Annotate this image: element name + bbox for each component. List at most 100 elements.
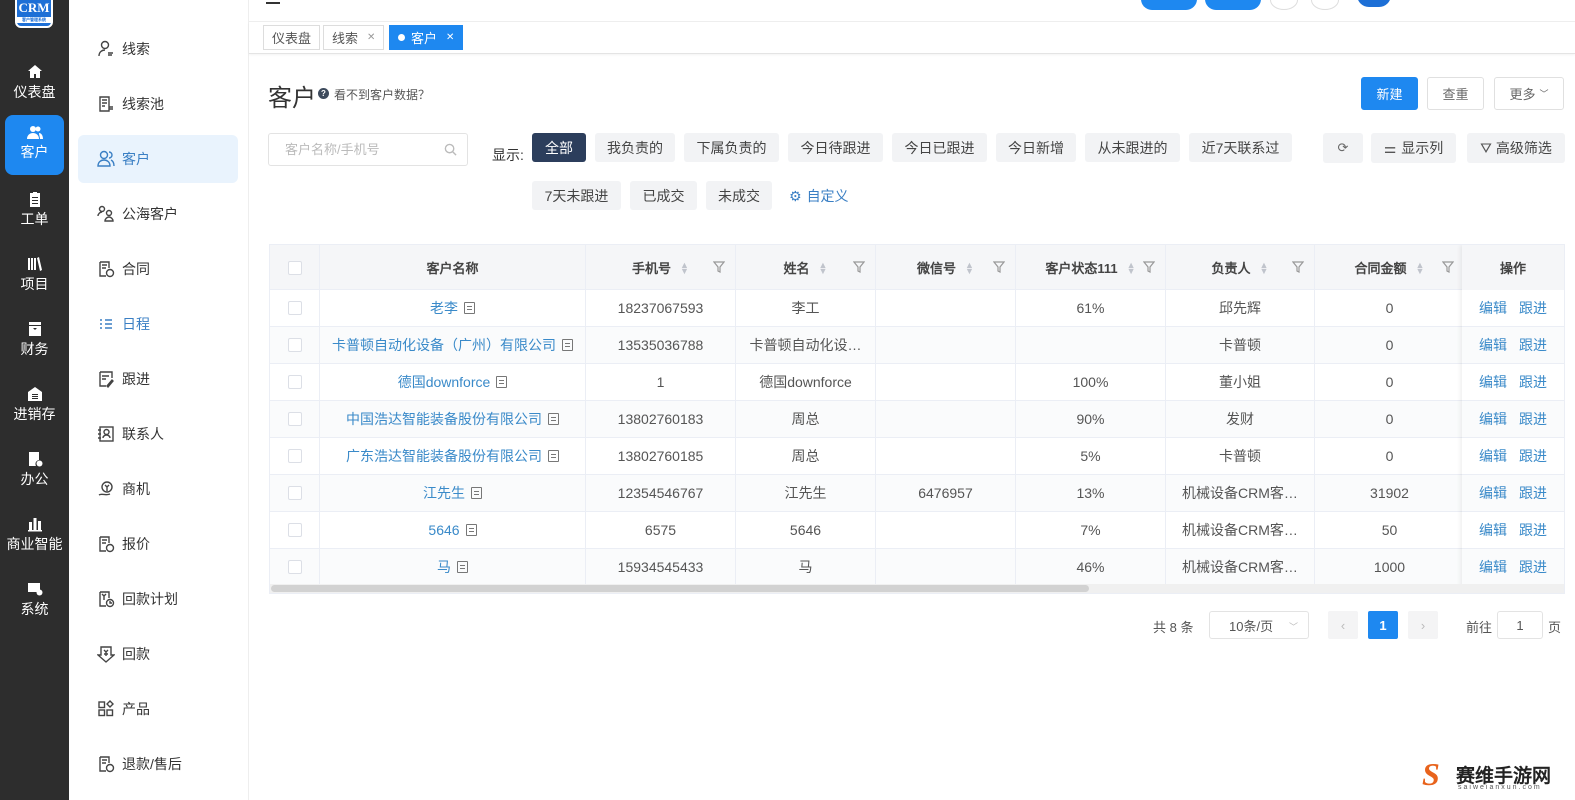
goto-page-input[interactable]: 1 — [1497, 611, 1543, 639]
rail-item-dashboard[interactable]: 仪表盘 — [5, 55, 64, 115]
help-icon[interactable]: ? — [318, 88, 329, 99]
table-row[interactable]: 卡普顿自动化设备（广州）有限公司 13535036788 卡普顿自动化设… 卡普顿 0 — [270, 327, 1564, 364]
row-checkbox[interactable] — [287, 412, 302, 426]
table-row[interactable]: 马 15934545433 马 46% 机械设备CRM客… 1000 — [270, 549, 1564, 586]
rail-item-project[interactable]: 项目 — [5, 247, 64, 307]
table-row[interactable]: 德国downforce 1 德国downforce 100% 董小姐 0 — [270, 364, 1564, 401]
advanced-filter-button[interactable]: ⛛ 高级筛选 — [1467, 133, 1565, 163]
more-button[interactable]: 更多 ﹀ — [1494, 77, 1564, 110]
column-header-owner[interactable]: 负责人 ▲ ▼ — [1166, 245, 1315, 290]
sort-icon[interactable]: ▲ ▼ — [1260, 260, 1269, 275]
row-checkbox[interactable] — [287, 449, 302, 463]
follow-up-link[interactable]: 跟进 — [1519, 372, 1547, 392]
menu-toggle-icon[interactable] — [266, 2, 280, 4]
cell-customer-name[interactable]: 老李 — [320, 290, 586, 326]
table-row[interactable]: 5646 6575 5646 7% 机械设备CRM客… 50 — [270, 512, 1564, 549]
sort-icon[interactable]: ▲ ▼ — [1127, 260, 1136, 275]
column-header-wechat[interactable]: 微信号 ▲ ▼ — [876, 245, 1016, 290]
scrollbar-thumb[interactable] — [271, 585, 1089, 592]
filter-icon[interactable] — [852, 261, 866, 273]
filter-icon[interactable] — [992, 261, 1006, 273]
rail-item-inventory[interactable]: 进销存 — [5, 377, 64, 437]
sort-icon[interactable]: ▲ ▼ — [965, 260, 974, 275]
filter-chip-today-new[interactable]: 今日新增 — [996, 133, 1076, 162]
copy-icon[interactable] — [465, 524, 477, 536]
follow-up-link[interactable]: 跟进 — [1519, 520, 1547, 540]
filter-chip-today-followed[interactable]: 今日已跟进 — [892, 133, 987, 162]
follow-up-link[interactable]: 跟进 — [1519, 483, 1547, 503]
close-icon[interactable]: ✕ — [367, 32, 375, 43]
edit-link[interactable]: 编辑 — [1479, 446, 1507, 466]
row-checkbox[interactable] — [287, 338, 302, 352]
column-header-amount[interactable]: 合同金额 ▲ ▼ — [1315, 245, 1465, 290]
rail-item-finance[interactable]: 财务 — [5, 312, 64, 372]
filter-icon[interactable] — [1142, 261, 1156, 273]
header-action-button-1[interactable] — [1141, 0, 1197, 10]
copy-icon[interactable] — [457, 561, 468, 573]
cell-customer-name[interactable]: 5646 — [320, 512, 586, 548]
row-checkbox[interactable] — [287, 486, 302, 500]
copy-icon[interactable] — [548, 413, 559, 425]
select-all-checkbox[interactable] — [287, 260, 302, 275]
sort-icon[interactable]: ▲ ▼ — [819, 260, 828, 275]
filter-chip-contacted-7d[interactable]: 近7天联系过 — [1189, 133, 1292, 162]
dedupe-button[interactable]: 查重 — [1427, 77, 1484, 110]
row-checkbox[interactable] — [287, 375, 302, 389]
edit-link[interactable]: 编辑 — [1479, 298, 1507, 318]
copy-icon[interactable] — [464, 302, 475, 314]
close-icon[interactable]: ✕ — [446, 32, 454, 43]
tab-leads[interactable]: 线索 ✕ — [323, 25, 385, 50]
edit-link[interactable]: 编辑 — [1479, 409, 1507, 429]
sort-icon[interactable]: ▲ ▼ — [680, 260, 689, 275]
table-row[interactable]: 中国浩达智能装备股份有限公司 13802760183 周总 90% 发财 0 — [270, 401, 1564, 438]
filter-chip-closed[interactable]: 已成交 — [630, 181, 697, 210]
row-checkbox[interactable] — [287, 523, 302, 537]
next-page-button[interactable]: › — [1408, 611, 1438, 639]
rail-item-office[interactable]: 办公 — [5, 442, 64, 502]
prev-page-button[interactable]: ‹ — [1328, 611, 1358, 639]
cell-customer-name[interactable]: 广东浩达智能装备股份有限公司 — [320, 438, 586, 474]
row-checkbox[interactable] — [287, 301, 302, 315]
filter-chip-not-closed[interactable]: 未成交 — [706, 181, 772, 210]
submenu-item-opportunities[interactable]: 商机 — [78, 465, 238, 513]
refresh-button[interactable]: ⟳ — [1323, 133, 1363, 163]
submenu-item-products[interactable]: 产品 — [78, 685, 238, 733]
follow-up-link[interactable]: 跟进 — [1519, 409, 1547, 429]
horizontal-scrollbar[interactable] — [270, 584, 1564, 593]
row-checkbox[interactable] — [287, 560, 302, 574]
submenu-item-refunds[interactable]: 退款/售后 — [78, 740, 238, 788]
rail-item-work-order[interactable]: 工单 — [5, 182, 64, 242]
cell-customer-name[interactable]: 卡普顿自动化设备（广州）有限公司 — [320, 327, 586, 363]
crm-logo[interactable]: CRM 客户管理系统 — [15, 0, 53, 28]
submenu-item-customers[interactable]: 客户 — [78, 135, 238, 183]
copy-icon[interactable] — [562, 339, 573, 351]
filter-chip-today-pending[interactable]: 今日待跟进 — [788, 133, 883, 162]
edit-link[interactable]: 编辑 — [1479, 335, 1507, 355]
follow-up-link[interactable]: 跟进 — [1519, 335, 1547, 355]
cell-customer-name[interactable]: 德国downforce — [320, 364, 586, 400]
copy-icon[interactable] — [548, 450, 559, 462]
cell-customer-name[interactable]: 马 — [320, 549, 586, 585]
search-input[interactable]: 客户名称/手机号 — [268, 133, 468, 166]
page-size-select[interactable]: 10条/页 ﹀ — [1209, 611, 1309, 639]
column-header-status[interactable]: 客户状态111 ▲ ▼ — [1016, 245, 1166, 290]
tab-dashboard[interactable]: 仪表盘 — [263, 25, 321, 50]
filter-chip-not-followed-7d[interactable]: 7天未跟进 — [532, 181, 621, 210]
edit-link[interactable]: 编辑 — [1479, 483, 1507, 503]
rail-item-customer[interactable]: 客户 — [5, 115, 64, 175]
filter-icon[interactable] — [712, 261, 726, 273]
submenu-item-quotes[interactable]: 报价 — [78, 520, 238, 568]
header-action-button-2[interactable] — [1205, 0, 1261, 10]
filter-chip-never-followed[interactable]: 从未跟进的 — [1085, 133, 1180, 162]
rail-item-bi[interactable]: 商业智能 — [5, 507, 64, 567]
columns-button[interactable]: ⚌ 显示列 — [1371, 133, 1456, 163]
follow-up-link[interactable]: 跟进 — [1519, 446, 1547, 466]
follow-up-link[interactable]: 跟进 — [1519, 298, 1547, 318]
rail-item-system[interactable]: 系统 — [5, 572, 64, 632]
table-row[interactable]: 广东浩达智能装备股份有限公司 13802760185 周总 5% 卡普顿 0 — [270, 438, 1564, 475]
submenu-item-contacts[interactable]: 联系人 — [78, 410, 238, 458]
submenu-item-payments[interactable]: 回款 — [78, 630, 238, 678]
filter-chip-mine[interactable]: 我负责的 — [595, 133, 675, 162]
table-row[interactable]: 老李 18237067593 李工 61% 邱先辉 0 — [270, 290, 1564, 327]
submenu-item-contracts[interactable]: 合同 — [78, 245, 238, 293]
